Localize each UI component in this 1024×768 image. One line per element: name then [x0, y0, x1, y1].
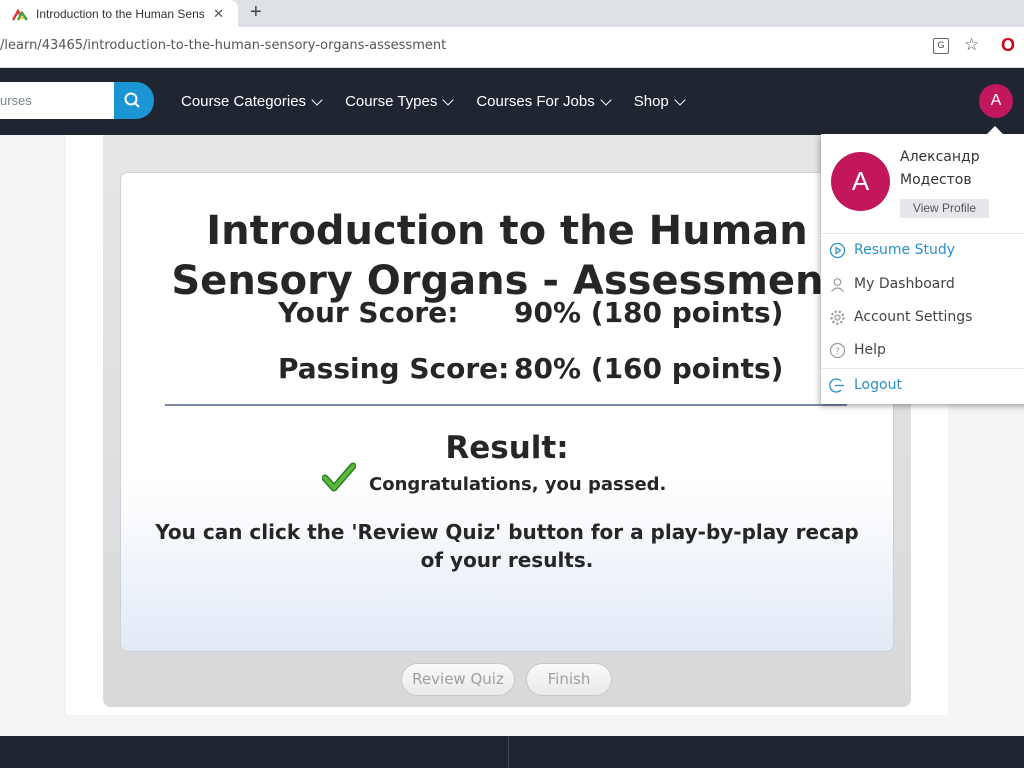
site-footer [0, 736, 1024, 768]
search-icon [124, 92, 140, 108]
new-tab-button[interactable]: + [250, 1, 262, 24]
browser-tab[interactable]: Introduction to the Human Sens ✕ [0, 0, 238, 27]
chevron-down-icon [442, 93, 455, 106]
user-first-name: Александр [900, 149, 980, 165]
tab-title: Introduction to the Human Sens [36, 6, 205, 21]
footer-divider [508, 736, 509, 768]
menu-account-settings[interactable]: Account Settings [829, 305, 972, 329]
search-button[interactable] [114, 82, 154, 119]
bookmark-star-icon[interactable]: ☆ [964, 35, 979, 55]
nav-link-label: Course Types [345, 93, 438, 110]
dropdown-divider [821, 233, 1024, 234]
dropdown-caret [987, 126, 1003, 134]
menu-logout[interactable]: Logout [829, 373, 902, 397]
user-avatar-button[interactable]: A [979, 84, 1013, 118]
user-name: Александр Модестов [900, 146, 1010, 192]
nav-courses-for-jobs[interactable]: Courses For Jobs [476, 93, 612, 110]
search-input[interactable]: urses [0, 82, 114, 119]
result-heading: Result: [445, 430, 569, 466]
menu-item-label: Resume Study [854, 242, 956, 258]
menu-item-label: Logout [854, 377, 902, 393]
your-score-value: 90% (180 points) [514, 296, 784, 329]
menu-resume-study[interactable]: Resume Study [829, 238, 955, 262]
menu-item-label: Help [854, 342, 886, 358]
logout-icon [829, 377, 846, 394]
help-icon: ? [829, 342, 846, 359]
nav-link-label: Courses For Jobs [476, 93, 595, 110]
extension-icon[interactable]: O [1001, 35, 1015, 56]
user-last-name: Модестов [900, 172, 972, 188]
menu-item-label: My Dashboard [854, 276, 955, 292]
passing-score-label: Passing Score: [278, 352, 510, 385]
nav-shop[interactable]: Shop [633, 93, 686, 110]
finish-button[interactable]: Finish [526, 663, 612, 696]
dropdown-avatar: A [831, 152, 890, 211]
nav-course-categories[interactable]: Course Categories [181, 93, 323, 110]
site-navbar: urses Course Categories Course Types Cou… [0, 68, 1024, 135]
menu-item-label: Account Settings [854, 309, 973, 325]
nav-course-types[interactable]: Course Types [345, 93, 455, 110]
nav-link-label: Course Categories [181, 93, 307, 110]
svg-text:?: ? [835, 347, 840, 357]
chevron-down-icon [674, 93, 686, 106]
your-score-label: Your Score: [278, 296, 459, 329]
play-circle-icon [829, 242, 846, 259]
score-divider [165, 404, 847, 406]
address-bar[interactable]: /learn/43465/introduction-to-the-human-s… [0, 27, 1024, 68]
translate-icon[interactable]: G [933, 38, 949, 54]
checkmark-icon [322, 462, 356, 492]
browser-tabstrip: Introduction to the Human Sens ✕ + [0, 0, 1024, 27]
tab-close-icon[interactable]: ✕ [213, 6, 224, 22]
menu-my-dashboard[interactable]: My Dashboard [829, 272, 955, 296]
gear-icon [829, 309, 846, 326]
menu-help[interactable]: ? Help [829, 338, 886, 362]
quiz-title: Introduction to the Human Sensory Organs… [171, 208, 843, 304]
review-hint: You can click the 'Review Quiz' button f… [155, 520, 859, 572]
site-favicon-icon [11, 8, 29, 21]
result-message: Congratulations, you passed. [369, 474, 667, 495]
url-text[interactable]: /learn/43465/introduction-to-the-human-s… [0, 38, 446, 53]
user-icon [829, 276, 846, 293]
view-profile-button[interactable]: View Profile [900, 199, 989, 218]
nav-links: Course Categories Course Types Courses F… [181, 68, 708, 135]
dropdown-divider [821, 368, 1024, 369]
nav-link-label: Shop [633, 93, 669, 110]
chevron-down-icon [311, 93, 323, 106]
chevron-down-icon [600, 93, 612, 106]
passing-score-value: 80% (160 points) [514, 352, 784, 385]
review-quiz-button[interactable]: Review Quiz [401, 663, 515, 696]
